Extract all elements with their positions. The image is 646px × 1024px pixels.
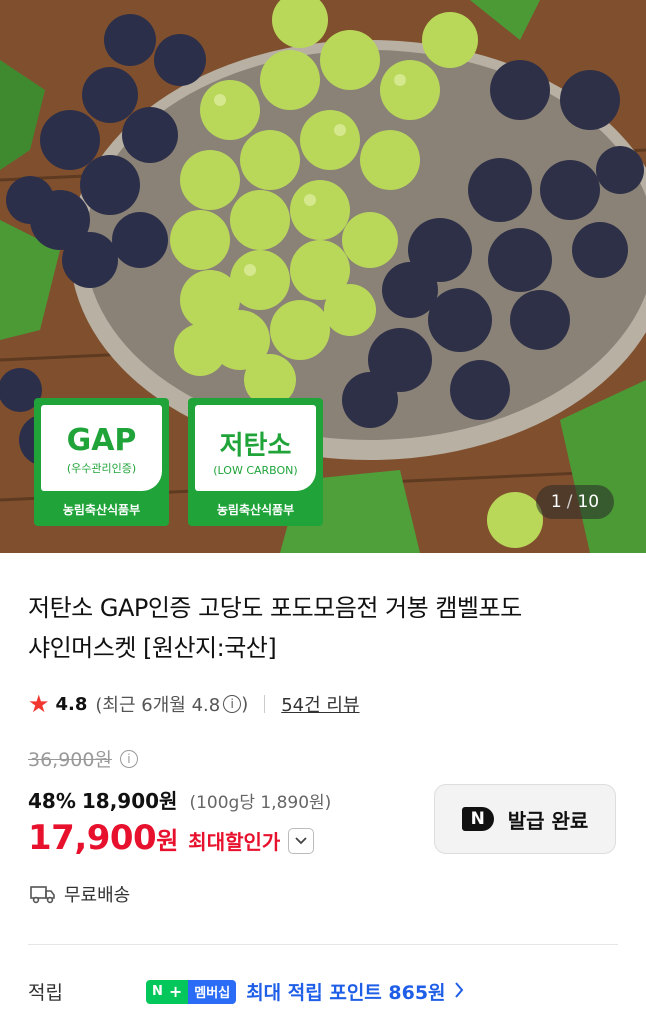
counter-current: 1	[550, 492, 562, 512]
product-image-carousel[interactable]: GAP (우수관리인증) 농림축산식품부 저탄소 (LOW CARBON) 농림…	[0, 0, 646, 553]
chevron-down-icon[interactable]	[288, 828, 315, 854]
naver-plus-membership-badge: N + 멤버십	[146, 979, 237, 1004]
truck-icon	[30, 886, 55, 904]
badge-plus: +	[168, 979, 189, 1004]
shipping-label: 무료배송	[64, 885, 131, 906]
info-icon[interactable]: i	[223, 695, 242, 713]
original-price-row: 36,900원 i	[28, 745, 138, 772]
section-divider	[28, 944, 618, 945]
product-title-line1: 저탄소 GAP인증 고당도 포도모음전 거봉 캠벨포도	[28, 594, 522, 622]
counter-total: 10	[577, 492, 600, 512]
max-discount-row: 17,900 원 최대할인가	[28, 818, 315, 858]
chevron-right-icon[interactable]	[454, 979, 464, 1004]
naver-n-icon: N	[461, 807, 494, 831]
badge-footer: 농림축산식품부	[62, 503, 141, 517]
star-icon: ★	[28, 690, 50, 718]
rating-row: ★ 4.8 (최근 6개월 4.8 i ) 54건 리뷰	[28, 690, 360, 718]
coupon-issued-button[interactable]: N 발급 완료	[434, 784, 616, 854]
badge-subtitle: (우수관리인증)	[66, 462, 137, 475]
points-label: 적립	[28, 982, 63, 1004]
reviews-link[interactable]: 54건 리뷰	[281, 691, 359, 717]
info-icon[interactable]: i	[119, 749, 138, 768]
badge-title: 저탄소	[219, 431, 292, 461]
badge-text: 멤버십	[188, 979, 237, 1004]
sale-price: 18,900원	[81, 789, 178, 813]
sale-price-row: 48% 18,900원 (100g당 1,890원)	[28, 785, 331, 814]
coupon-label: 발급 완료	[507, 808, 589, 833]
rating-recent: (최근 6개월 4.8 i )	[95, 691, 248, 717]
unit-price: (100g당 1,890원)	[189, 793, 332, 813]
max-points-text: 최대 적립 포인트 865원	[246, 982, 446, 1004]
product-title: 저탄소 GAP인증 고당도 포도모음전 거봉 캠벨포도 샤인머스켓 [원산지:국…	[28, 588, 628, 668]
gap-certification-badge: GAP (우수관리인증) 농림축산식품부	[34, 398, 169, 526]
badge-footer: 농림축산식품부	[216, 503, 295, 517]
badge-title: GAP	[66, 423, 137, 458]
low-carbon-certification-badge: 저탄소 (LOW CARBON) 농림축산식품부	[188, 398, 323, 526]
divider	[264, 695, 266, 713]
counter-separator: /	[566, 492, 573, 512]
image-counter: 1 / 10	[536, 485, 614, 519]
max-discount-currency: 원	[156, 827, 179, 855]
max-discount-label: 최대할인가	[188, 830, 281, 854]
product-title-line2: 샤인머스켓 [원산지:국산]	[28, 634, 277, 662]
max-discount-price: 17,900	[28, 818, 157, 858]
badge-n: N	[146, 979, 169, 1004]
points-row[interactable]: 적립 N + 멤버십 최대 적립 포인트 865원	[28, 978, 628, 1005]
rating-recent-label: (최근 6개월 4.8	[95, 695, 221, 716]
badge-subtitle: (LOW CARBON)	[213, 464, 298, 477]
rating-recent-close: )	[241, 693, 249, 715]
original-price: 36,900원	[28, 749, 112, 771]
shipping-row: 무료배송	[30, 881, 130, 907]
rating-score: 4.8	[55, 693, 88, 715]
discount-percent: 48%	[28, 789, 76, 813]
